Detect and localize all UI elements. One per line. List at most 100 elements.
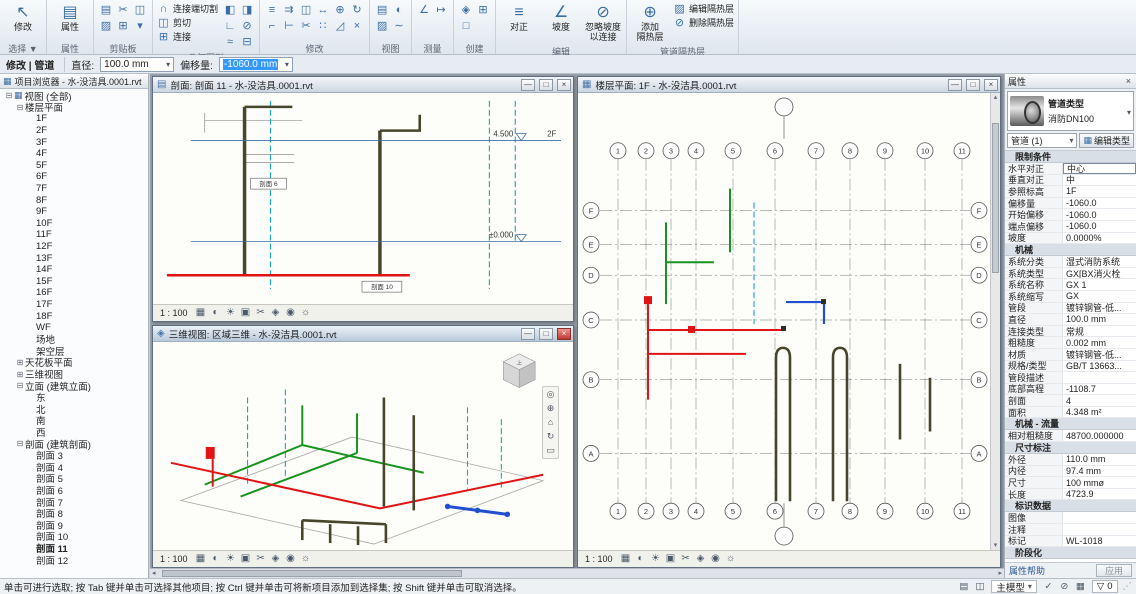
edit-insulation-button[interactable]: ▨编辑隔热层 — [673, 2, 734, 15]
navigation-bar[interactable]: ◎⊕⌂↻▭ — [542, 386, 559, 459]
restore-button[interactable]: □ — [966, 79, 980, 91]
pipes-red[interactable] — [644, 296, 783, 400]
shadows-icon[interactable]: ▣ — [664, 552, 678, 566]
minimize-button[interactable]: — — [948, 79, 962, 91]
tree-item-1[interactable]: ⊟楼层平面 — [0, 102, 148, 114]
scrollbar-thumb[interactable] — [162, 570, 462, 577]
tree-item-25[interactable]: ⊟立面 (建筑立面) — [0, 380, 148, 392]
trim-icon[interactable]: ⌐ — [264, 18, 280, 33]
show-crop-region-icon[interactable]: ◈ — [269, 552, 283, 566]
paint-icon[interactable]: ◨ — [239, 2, 255, 17]
paste-aligned-icon[interactable]: ⊞ — [115, 18, 131, 33]
split-icon[interactable]: ✂ — [298, 18, 314, 33]
worksets-icon[interactable]: ▤ — [957, 581, 970, 592]
tree-item-7[interactable]: 6F — [0, 171, 148, 183]
property-value[interactable]: 4.348 m² — [1063, 407, 1136, 418]
tree-item-30[interactable]: ⊟剖面 (建筑剖面) — [0, 438, 148, 450]
pipe-fittings[interactable] — [781, 299, 826, 331]
detail-level-icon[interactable]: ▦ — [619, 552, 633, 566]
restore-button[interactable]: □ — [539, 79, 553, 91]
apply-button[interactable]: 应用 — [1096, 564, 1132, 577]
hide-elements-icon[interactable]: ◐ — [391, 2, 407, 17]
pipes-cyan[interactable] — [248, 390, 502, 491]
temporary-hide-isolate-icon[interactable]: ◉ — [284, 306, 298, 320]
scale-indicator[interactable]: 1 : 100 — [157, 308, 191, 318]
tree-item-20[interactable]: WF — [0, 322, 148, 334]
exclude-options-icon[interactable]: ⊘ — [1058, 581, 1071, 592]
tree-item-31[interactable]: 剖面 3 — [0, 449, 148, 461]
horizontal-scrollbar[interactable]: ◂ ▸ — [150, 568, 1004, 578]
tree-item-35[interactable]: 剖面 7 — [0, 496, 148, 508]
close-icon[interactable]: × — [1124, 76, 1133, 86]
scale-indicator[interactable]: 1 : 100 — [582, 554, 616, 564]
tree-item-12[interactable]: 11F — [0, 229, 148, 241]
tree-item-28[interactable]: 南 — [0, 415, 148, 427]
tree-item-27[interactable]: 北 — [0, 403, 148, 415]
filter-icon[interactable]: ▽ — [1097, 581, 1104, 592]
scrollbar-thumb[interactable] — [992, 123, 999, 273]
clipboard-more-icon[interactable]: ▾ — [132, 18, 148, 33]
temporary-hide-isolate-icon[interactable]: ◉ — [709, 552, 723, 566]
pipes-red[interactable] — [171, 447, 543, 508]
restore-button[interactable]: □ — [539, 328, 553, 340]
align-icon[interactable]: ≡ — [264, 2, 280, 17]
crop-view-icon[interactable]: ✂ — [679, 552, 693, 566]
pipes-blue[interactable] — [786, 302, 824, 324]
create-parts-icon[interactable]: □ — [458, 18, 474, 33]
detail-level-icon[interactable]: ▦ — [194, 552, 208, 566]
copy-to-clipboard-icon[interactable]: ◫ — [132, 2, 148, 17]
scroll-down-icon[interactable]: ▾ — [991, 541, 1000, 550]
properties-palette-button[interactable]: ▤属性 — [51, 2, 89, 33]
remove-insulation-button[interactable]: ⊘删除隔热层 — [673, 16, 734, 29]
tree-item-2[interactable]: 1F — [0, 113, 148, 125]
expand-icon[interactable]: ⊞ — [15, 358, 25, 367]
background-processes-icon[interactable]: ▦ — [1074, 581, 1087, 592]
show-crop-region-icon[interactable]: ◈ — [694, 552, 708, 566]
minimize-button[interactable]: — — [521, 328, 535, 340]
grid-lines[interactable]: 11223344556677889910101111FFEEDDCCBBAA — [583, 143, 987, 519]
dimension-icon[interactable]: ↦ — [433, 2, 449, 17]
rotate-icon[interactable]: ↻ — [349, 2, 365, 17]
properties-header[interactable]: 属性 × — [1005, 74, 1136, 89]
property-value[interactable]: 100 mmø — [1063, 477, 1136, 488]
3d-view-canvas[interactable]: 上 — [153, 342, 573, 550]
property-value[interactable]: 镀锌钢管-低... — [1063, 349, 1136, 360]
wall-joins-icon[interactable]: ∟ — [222, 18, 238, 33]
tree-item-34[interactable]: 剖面 6 — [0, 484, 148, 496]
ignore-slope-button[interactable]: ⊘忽略坡度 以连接 — [584, 2, 622, 43]
sun-path-icon[interactable]: ☀ — [649, 552, 663, 566]
scroll-up-icon[interactable]: ▴ — [991, 93, 1000, 102]
tree-item-17[interactable]: 16F — [0, 287, 148, 299]
sun-path-icon[interactable]: ☀ — [224, 552, 238, 566]
create-similar-icon[interactable]: ◈ — [458, 2, 474, 17]
design-options-icon[interactable]: ◫ — [973, 581, 986, 592]
linework-icon[interactable]: ∼ — [391, 18, 407, 33]
visual-style-icon[interactable]: ◐ — [634, 552, 648, 566]
tree-item-15[interactable]: 14F — [0, 264, 148, 276]
tree-item-18[interactable]: 17F — [0, 299, 148, 311]
tree-item-19[interactable]: 18F — [0, 310, 148, 322]
property-value[interactable] — [1063, 512, 1136, 523]
home-icon[interactable]: ⌂ — [548, 417, 553, 428]
plan-view-canvas[interactable]: 11223344556677889910101111FFEEDDCCBBAA — [578, 93, 990, 550]
delete-icon[interactable]: × — [349, 18, 365, 33]
property-value[interactable]: 湿式消防系统 — [1063, 256, 1136, 267]
expand-icon[interactable]: ⊞ — [15, 370, 25, 379]
tree-item-39[interactable]: 剖面 11 — [0, 542, 148, 554]
offset-icon[interactable]: ⇉ — [281, 2, 297, 17]
view-control-bar[interactable]: 1 : 100 ▦◐☀▣✂◈◉☼ — [153, 550, 573, 567]
property-value[interactable]: 48700.000000 — [1063, 430, 1136, 441]
window-titlebar[interactable]: ▦ 楼层平面: 1F - 水-没洁具.0001.rvt — □ × — [578, 77, 1000, 93]
tree-item-37[interactable]: 剖面 9 — [0, 519, 148, 531]
modify-tool-button[interactable]: ↖修改 — [4, 2, 42, 33]
copy-icon[interactable]: ⊕ — [332, 2, 348, 17]
window-3d[interactable]: ◈ 三维视图: 区域三维 - 水-没洁具.0001.rvt — □ × — [152, 325, 574, 568]
cut-to-clipboard-icon[interactable]: ✂ — [115, 2, 131, 17]
reveal-hidden-elements-icon[interactable]: ☼ — [299, 552, 313, 566]
property-value[interactable]: GX 1 — [1063, 279, 1136, 290]
tree-item-14[interactable]: 13F — [0, 252, 148, 264]
demolish-icon[interactable]: ⊘ — [239, 18, 255, 33]
expand-icon[interactable]: ⊟ — [15, 381, 25, 390]
join-geometry-button[interactable]: ⊞连接 — [157, 30, 218, 43]
mirror-icon[interactable]: ◫ — [298, 2, 314, 17]
